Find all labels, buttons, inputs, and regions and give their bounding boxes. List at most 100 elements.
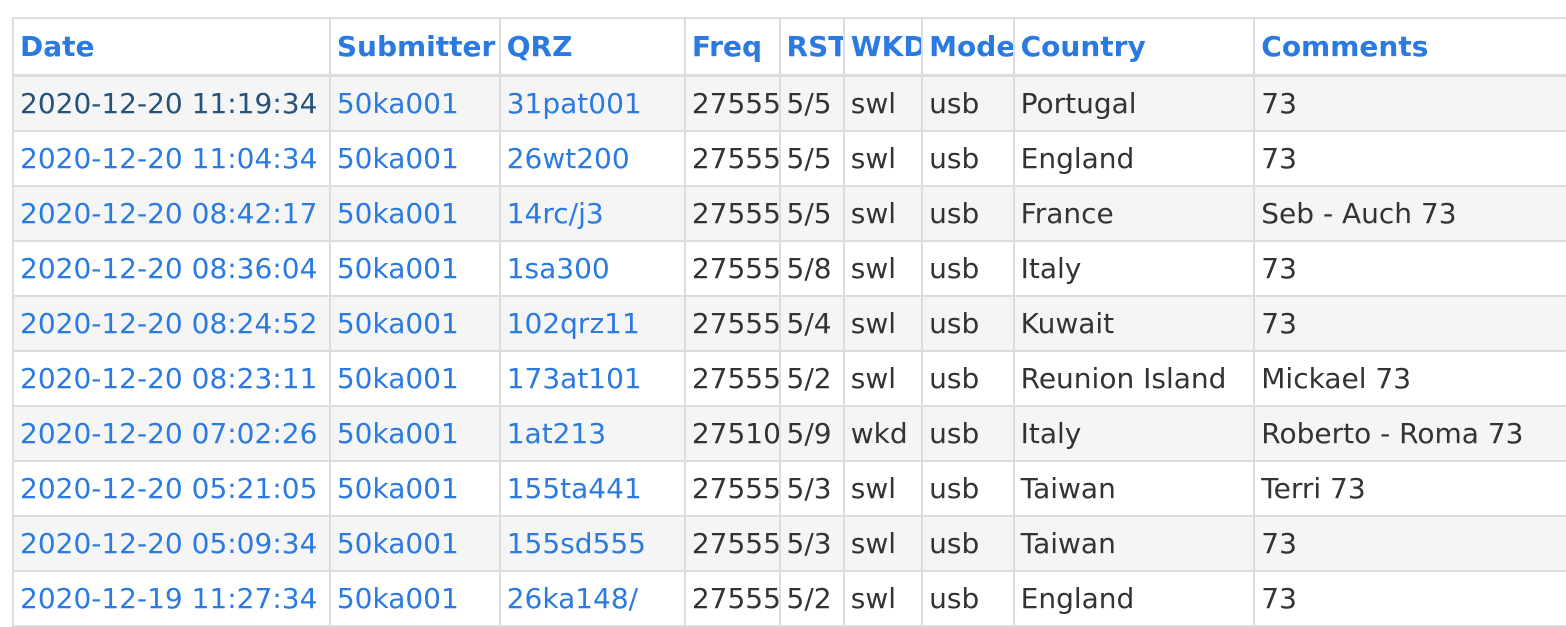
submitter-link[interactable]: 50ka001 bbox=[337, 472, 459, 505]
column-header-comments[interactable]: Comments bbox=[1253, 17, 1566, 77]
rst-cell: 5/4 bbox=[778, 295, 845, 352]
submitter-link[interactable]: 50ka001 bbox=[337, 527, 459, 560]
date-cell: 2020-12-20 08:24:52 bbox=[12, 295, 331, 352]
date-cell: 2020-12-20 08:42:17 bbox=[12, 185, 331, 242]
wkd-cell: wkd bbox=[842, 405, 924, 462]
table-row: 2020-12-20 08:36:04 50ka001 1sa300 27555 5/8… bbox=[12, 240, 1566, 297]
qrz-cell: 1at213 bbox=[498, 405, 686, 462]
sort-country-link[interactable]: Country bbox=[1021, 30, 1146, 63]
table-row: 2020-12-20 05:21:05 50ka001 155ta441 27555 5… bbox=[12, 460, 1566, 517]
submitter-link[interactable]: 50ka001 bbox=[337, 307, 459, 340]
country-cell: Taiwan bbox=[1012, 515, 1256, 572]
comments-cell: 73 bbox=[1253, 240, 1566, 297]
column-header-submitter[interactable]: Submitter bbox=[328, 17, 501, 77]
submitter-link[interactable]: 50ka001 bbox=[337, 197, 459, 230]
country-cell: France bbox=[1012, 185, 1256, 242]
date-link[interactable]: 2020-12-20 11:04:34 bbox=[20, 142, 317, 175]
rst-cell: 5/9 bbox=[778, 405, 845, 462]
sort-comments-link[interactable]: Comments bbox=[1261, 30, 1428, 63]
qrz-cell: 102qrz11 bbox=[498, 295, 686, 352]
date-link[interactable]: 2020-12-20 05:09:34 bbox=[20, 527, 317, 560]
qrz-link[interactable]: 1sa300 bbox=[507, 252, 610, 285]
freq-cell: 27555 bbox=[683, 350, 781, 407]
date-cell: 2020-12-20 05:21:05 bbox=[12, 460, 331, 517]
comments-cell: 73 bbox=[1253, 130, 1566, 187]
sort-mode-link[interactable]: Mode bbox=[929, 30, 1011, 63]
column-header-mode[interactable]: Mode bbox=[921, 17, 1015, 77]
country-cell: Italy bbox=[1012, 240, 1256, 297]
qrz-link[interactable]: 173at101 bbox=[507, 362, 642, 395]
rst-cell: 5/3 bbox=[778, 515, 845, 572]
country-cell: Portugal bbox=[1012, 74, 1256, 132]
wkd-cell: swl bbox=[842, 460, 924, 517]
country-cell: England bbox=[1012, 570, 1256, 627]
freq-cell: 27555 bbox=[683, 515, 781, 572]
qrz-link[interactable]: 155sd555 bbox=[507, 527, 646, 560]
country-cell: Kuwait bbox=[1012, 295, 1256, 352]
qrz-link[interactable]: 155ta441 bbox=[507, 472, 642, 505]
sort-rst-link[interactable]: RST bbox=[787, 30, 842, 63]
column-header-freq[interactable]: Freq bbox=[683, 17, 781, 77]
column-header-date[interactable]: Date bbox=[12, 17, 331, 77]
qrz-link[interactable]: 1at213 bbox=[507, 417, 606, 450]
mode-cell: usb bbox=[921, 515, 1015, 572]
sort-submitter-link[interactable]: Submitter bbox=[337, 30, 495, 63]
comments-cell: Terri 73 bbox=[1253, 460, 1566, 517]
date-link[interactable]: 2020-12-20 05:21:05 bbox=[20, 472, 317, 505]
comments-cell: 73 bbox=[1253, 570, 1566, 627]
date-link[interactable]: 2020-12-20 08:42:17 bbox=[20, 197, 317, 230]
sort-date-link[interactable]: Date bbox=[20, 30, 95, 63]
date-link[interactable]: 2020-12-20 08:24:52 bbox=[20, 307, 317, 340]
comments-cell: 73 bbox=[1253, 74, 1566, 132]
comments-cell: Seb - Auch 73 bbox=[1253, 185, 1566, 242]
log-table-body: 2020-12-20 11:19:34 50ka001 31pat001 27555 5… bbox=[12, 74, 1566, 627]
date-link[interactable]: 2020-12-20 08:36:04 bbox=[20, 252, 317, 285]
country-cell: Taiwan bbox=[1012, 460, 1256, 517]
date-link[interactable]: 2020-12-20 07:02:26 bbox=[20, 417, 317, 450]
country-cell: Italy bbox=[1012, 405, 1256, 462]
qrz-link[interactable]: 26wt200 bbox=[507, 142, 630, 175]
date-link[interactable]: 2020-12-20 08:23:11 bbox=[20, 362, 317, 395]
sort-freq-link[interactable]: Freq bbox=[692, 30, 762, 63]
comments-cell: Roberto - Roma 73 bbox=[1253, 405, 1566, 462]
submitter-link[interactable]: 50ka001 bbox=[337, 87, 459, 120]
qrz-link[interactable]: 14rc/j3 bbox=[507, 197, 604, 230]
date-link[interactable]: 2020-12-20 11:19:34 bbox=[20, 87, 317, 120]
date-cell: 2020-12-19 11:27:34 bbox=[12, 570, 331, 627]
wkd-cell: swl bbox=[842, 130, 924, 187]
qrz-link[interactable]: 102qrz11 bbox=[507, 307, 640, 340]
submitter-cell: 50ka001 bbox=[328, 515, 501, 572]
mode-cell: usb bbox=[921, 240, 1015, 297]
rst-cell: 5/5 bbox=[778, 185, 845, 242]
submitter-link[interactable]: 50ka001 bbox=[337, 252, 459, 285]
freq-cell: 27555 bbox=[683, 460, 781, 517]
comments-cell: 73 bbox=[1253, 515, 1566, 572]
rst-cell: 5/8 bbox=[778, 240, 845, 297]
log-table: Date Submitter QRZ Freq RST WKD Mode Cou… bbox=[12, 17, 1566, 627]
rst-cell: 5/2 bbox=[778, 350, 845, 407]
submitter-cell: 50ka001 bbox=[328, 74, 501, 132]
country-cell: Reunion Island bbox=[1012, 350, 1256, 407]
rst-cell: 5/3 bbox=[778, 460, 845, 517]
wkd-cell: swl bbox=[842, 515, 924, 572]
submitter-link[interactable]: 50ka001 bbox=[337, 582, 459, 615]
mode-cell: usb bbox=[921, 460, 1015, 517]
submitter-link[interactable]: 50ka001 bbox=[337, 362, 459, 395]
column-header-wkd[interactable]: WKD bbox=[842, 17, 924, 77]
table-row: 2020-12-20 08:42:17 50ka001 14rc/j3 27555 5/… bbox=[12, 185, 1566, 242]
mode-cell: usb bbox=[921, 185, 1015, 242]
submitter-cell: 50ka001 bbox=[328, 185, 501, 242]
qrz-link[interactable]: 26ka148/ bbox=[507, 582, 638, 615]
column-header-country[interactable]: Country bbox=[1012, 17, 1256, 77]
column-header-rst[interactable]: RST bbox=[778, 17, 845, 77]
qrz-link[interactable]: 31pat001 bbox=[507, 87, 642, 120]
submitter-link[interactable]: 50ka001 bbox=[337, 417, 459, 450]
date-cell: 2020-12-20 08:36:04 bbox=[12, 240, 331, 297]
qrz-cell: 173at101 bbox=[498, 350, 686, 407]
sort-wkd-link[interactable]: WKD bbox=[851, 30, 920, 63]
date-link[interactable]: 2020-12-19 11:27:34 bbox=[20, 582, 317, 615]
submitter-link[interactable]: 50ka001 bbox=[337, 142, 459, 175]
sort-qrz-link[interactable]: QRZ bbox=[507, 30, 573, 63]
column-header-qrz[interactable]: QRZ bbox=[498, 17, 686, 77]
submitter-cell: 50ka001 bbox=[328, 570, 501, 627]
